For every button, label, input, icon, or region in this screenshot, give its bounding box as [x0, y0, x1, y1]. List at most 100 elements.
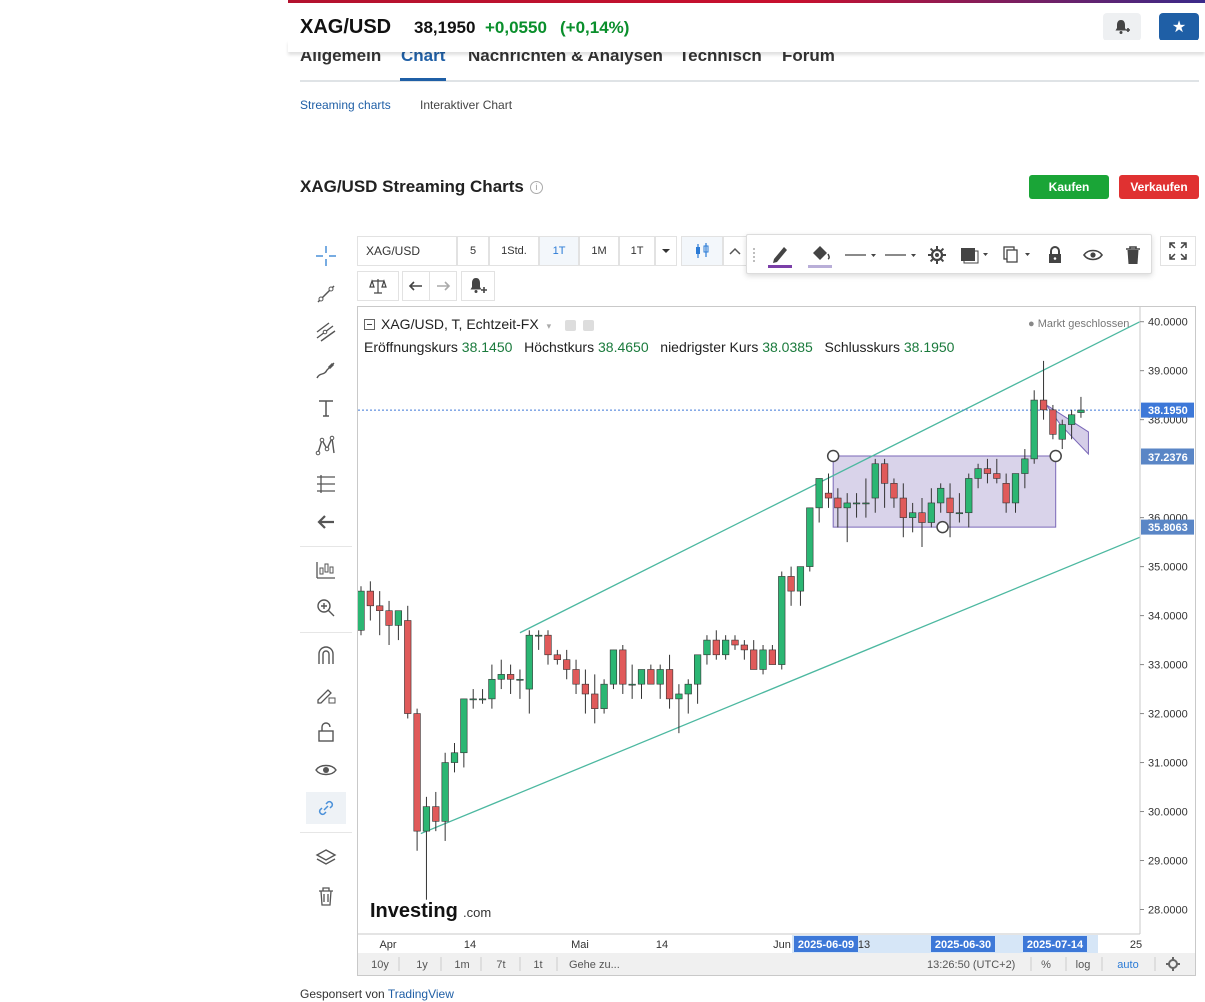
instrument-symbol: XAG/USD: [300, 16, 392, 38]
template-dropdown[interactable]: [957, 239, 993, 271]
prediction-icon: [317, 475, 335, 493]
back-tool[interactable]: [306, 506, 346, 538]
link-tool[interactable]: [306, 792, 346, 824]
tradingview-link[interactable]: TradingView: [388, 987, 454, 1001]
interval-5[interactable]: 5: [457, 236, 489, 266]
market-status: ● Markt geschlossen: [1028, 318, 1130, 330]
open-value: 38.1450: [461, 339, 513, 355]
watchlist-button[interactable]: ★: [1159, 13, 1199, 41]
star-icon: ★: [1171, 19, 1187, 36]
undo-icon: [408, 281, 422, 291]
unlock-tool[interactable]: [306, 716, 346, 748]
gear-icon: [928, 246, 946, 264]
eye-toggle-icon[interactable]: [564, 319, 576, 331]
line-width-dropdown[interactable]: [843, 239, 879, 271]
line-width-icon: [845, 254, 876, 257]
chart-type-candles[interactable]: [681, 236, 723, 266]
trash-icon: [319, 887, 333, 906]
chart-area-border: [357, 306, 1196, 976]
lock-drawing-tool[interactable]: [306, 678, 346, 710]
layers-icon: [315, 849, 337, 865]
interval-1t[interactable]: 1T: [619, 236, 655, 266]
interval-1h[interactable]: 1Std.: [489, 236, 539, 266]
fullscreen-button[interactable]: [1160, 236, 1196, 266]
high-label: Höchstkurs: [524, 339, 595, 355]
visibility-tool[interactable]: [306, 754, 346, 786]
close-value: 38.1950: [903, 339, 955, 355]
toolbar-divider: [300, 546, 352, 547]
section-title-text: XAG/USD Streaming Charts: [300, 177, 524, 196]
low-label: niedrigster Kurs: [660, 339, 759, 355]
line-color-button[interactable]: [765, 239, 795, 271]
template-icon: [961, 248, 988, 264]
crosshair-icon: [316, 246, 336, 266]
price-change: +0,0550: [485, 18, 547, 37]
low-value: 38.0385: [762, 339, 813, 355]
drawing-toolbar: [300, 236, 352, 926]
chart-type-area[interactable]: [723, 236, 747, 266]
market-status-text: Markt geschlossen: [1037, 318, 1130, 330]
legend-dropdown-icon[interactable]: ▾: [547, 321, 552, 331]
interval-1d[interactable]: 1T: [539, 236, 579, 266]
open-label: Eröffnungskurs: [364, 339, 458, 355]
clone-dropdown[interactable]: [999, 239, 1035, 271]
layers-tool[interactable]: [306, 842, 346, 874]
trendline-tool[interactable]: [306, 278, 346, 310]
scale-icon: [369, 279, 387, 294]
pattern-tool[interactable]: [306, 430, 346, 462]
text-icon: [319, 400, 333, 417]
fill-color-button[interactable]: [803, 239, 837, 271]
hide-button[interactable]: [1079, 239, 1107, 271]
copy-icon: [1003, 246, 1030, 263]
fullscreen-icon: [1169, 242, 1187, 260]
alert-button[interactable]: [461, 271, 495, 301]
compare-button[interactable]: [357, 271, 399, 301]
redo-button[interactable]: [429, 271, 457, 301]
interval-1m[interactable]: 1M: [579, 236, 619, 266]
symbol-search-input[interactable]: XAG/USD: [357, 236, 457, 266]
line-style-dropdown[interactable]: [883, 239, 919, 271]
info-icon[interactable]: i: [529, 181, 543, 195]
text-tool[interactable]: [306, 392, 346, 424]
trash-icon: [1126, 246, 1140, 264]
zoom-tool[interactable]: [306, 592, 346, 624]
sell-button[interactable]: Verkaufen: [1119, 175, 1199, 199]
subnav-streaming-charts[interactable]: Streaming charts: [300, 98, 391, 112]
drag-handle-icon: [753, 248, 755, 262]
drag-handle[interactable]: [751, 239, 757, 271]
projection-tool[interactable]: [306, 468, 346, 500]
chart-legend-title: XAG/USD, T, Echtzeit-FX ▾: [364, 316, 594, 332]
settings-toggle-icon[interactable]: [582, 319, 594, 331]
collapse-legend-icon[interactable]: [364, 318, 375, 330]
delete-drawings-tool[interactable]: [306, 880, 346, 912]
delete-button[interactable]: [1119, 239, 1147, 271]
sponsored-prefix: Gesponsert von: [300, 987, 385, 1001]
settings-button[interactable]: [923, 239, 951, 271]
brush-tool[interactable]: [306, 354, 346, 386]
subnav-interactive-chart[interactable]: Interaktiver Chart: [420, 98, 512, 112]
chevron-down-icon: [662, 249, 670, 253]
toolbar-divider: [300, 832, 352, 833]
add-alert-button[interactable]: [1103, 13, 1141, 41]
eye-icon: [1083, 249, 1103, 261]
fib-tool[interactable]: [306, 316, 346, 348]
measure-tool[interactable]: [306, 554, 346, 586]
magnet-icon: [318, 646, 334, 664]
lock-button[interactable]: [1041, 239, 1069, 271]
pitchfork-icon: [316, 322, 336, 342]
undo-button[interactable]: [402, 271, 430, 301]
pattern-icon: [315, 435, 335, 456]
crosshair-tool[interactable]: [306, 240, 346, 272]
magnet-tool[interactable]: [306, 640, 346, 672]
high-value: 38.4650: [598, 339, 649, 355]
toolbar-divider: [300, 632, 352, 633]
active-tab-indicator: [400, 78, 446, 81]
zoom-in-icon: [317, 599, 335, 617]
buy-button[interactable]: Kaufen: [1029, 175, 1109, 199]
trendline-icon: [317, 285, 335, 303]
bell-plus-icon: [1115, 20, 1130, 34]
paint-bucket-icon: [808, 246, 832, 268]
interval-dropdown[interactable]: [655, 236, 677, 266]
redo-icon: [437, 281, 451, 291]
instrument-price: 38,1950: [414, 18, 476, 37]
